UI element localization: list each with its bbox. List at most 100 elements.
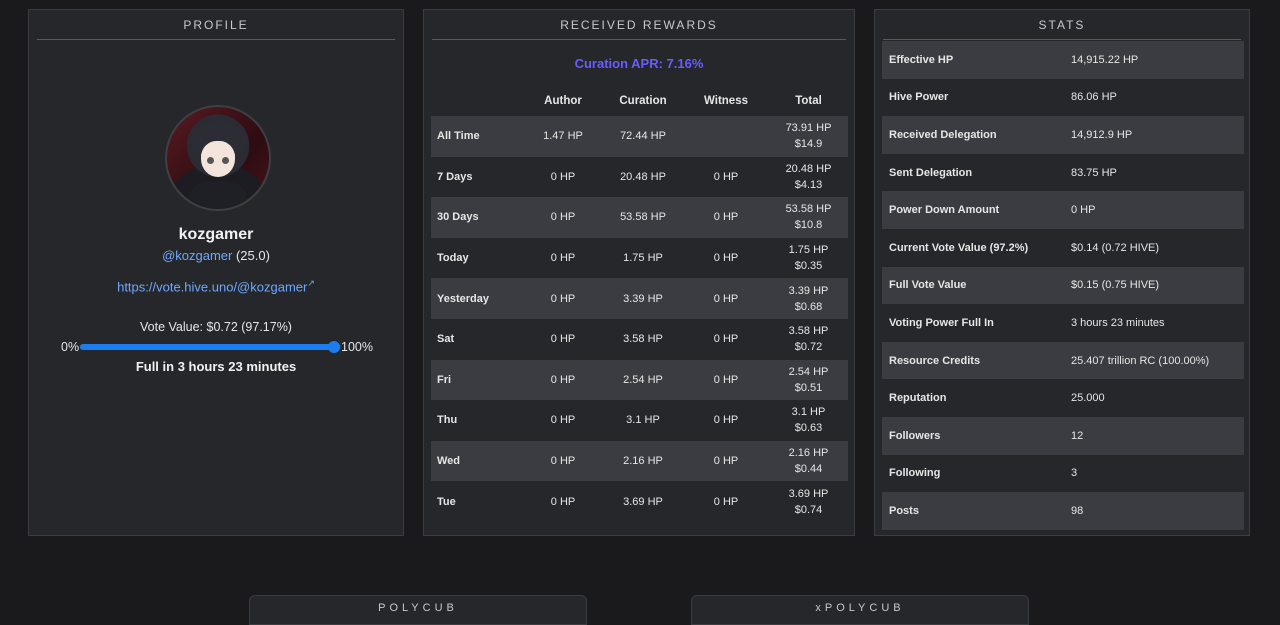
stat-value: 14,912.9 HP [1064, 116, 1244, 154]
reward-curation-cell: 20.48 HP [620, 170, 666, 183]
reward-total-usd: $14.9 [794, 138, 823, 151]
stats-row: Followers 12 [882, 416, 1244, 455]
stats-table: Effective HP 14,915.22 HP Hive Power 86.06 … [882, 41, 1244, 530]
reward-period-label: Today [437, 252, 469, 265]
avatar[interactable] [165, 105, 271, 211]
reward-curation-cell: 72.44 HP [603, 116, 683, 157]
reward-period-label: Thu [437, 414, 458, 427]
stats-row: Power Down Amount 0 HP [882, 191, 1244, 229]
stat-key: Hive Power [889, 91, 949, 104]
reward-total-usd: $4.13 [794, 178, 823, 191]
rewards-row: Wed 0 HP 2.16 HP 0 HP 2.16 HP $0.44 [431, 440, 848, 482]
reward-witness-cell: 0 HP [683, 197, 769, 238]
reward-witness-cell: 0 HP [683, 359, 769, 401]
slider-thumb[interactable] [327, 341, 340, 353]
rewards-title: RECEIVED REWARDS [432, 10, 846, 40]
rewards-row: 30 Days 0 HP 53.58 HP 0 HP 53.58 HP $10.8 [431, 197, 848, 238]
rewards-row: Today 0 HP 1.75 HP 0 HP 1.75 HP $0.35 [431, 238, 848, 279]
reward-total-usd: $0.51 [794, 381, 823, 394]
reward-witness-cell [683, 116, 769, 157]
reward-author-cell: 0 HP [523, 278, 603, 319]
reward-period-label: Tue [437, 495, 456, 508]
rewards-row: Fri 0 HP 2.54 HP 0 HP 2.54 HP $0.51 [431, 359, 848, 401]
reward-curation-cell: 1.75 HP [623, 252, 663, 265]
reward-total-hp: 2.16 HP [788, 447, 829, 460]
handle-line: @kozgamer (25.0) [29, 248, 403, 263]
reward-total-usd: $10.8 [794, 219, 823, 232]
vote-link[interactable]: https://vote.hive.uno/@kozgamer [117, 279, 307, 294]
stat-value: 83.75 HP [1071, 166, 1117, 179]
username: kozgamer [178, 226, 254, 243]
reward-witness-cell: 0 HP [713, 495, 739, 508]
profile-panel: PROFILE kozgamer @kozgamer (25.0) https:… [28, 9, 404, 536]
reward-period-label: Yesterday [431, 278, 523, 319]
stats-panel: STATS Effective HP 14,915.22 HP Hive Power… [874, 9, 1250, 536]
reward-total-hp: 3.58 HP [788, 325, 829, 338]
reward-total-usd: $0.63 [794, 422, 823, 435]
reward-witness-cell: 0 HP [713, 252, 739, 265]
stat-key: Resource Credits [882, 341, 1064, 380]
header-witness: Witness [704, 95, 748, 107]
header-curation: Curation [619, 95, 667, 107]
rewards-row: 7 Days 0 HP 20.48 HP 0 HP 20.48 HP $4.13 [431, 157, 848, 198]
stats-row: Sent Delegation 83.75 HP [882, 154, 1244, 192]
slider-fill [80, 344, 334, 350]
external-link-icon[interactable]: ↗ [307, 278, 315, 288]
stat-key: Followers [882, 416, 1064, 455]
stats-row: Effective HP 14,915.22 HP [882, 41, 1244, 79]
stat-value: $0.14 (0.72 HIVE) [1071, 241, 1160, 254]
reward-total-usd: $0.68 [794, 300, 823, 313]
reward-total-hp: 3.39 HP [788, 284, 829, 297]
rewards-row: All Time 1.47 HP 72.44 HP 73.91 HP $14.9 [431, 116, 848, 157]
tab-xpolycub[interactable]: xPOLYCUB [691, 595, 1029, 625]
tab-polycub[interactable]: POLYCUB [249, 595, 587, 625]
slider-track[interactable] [80, 341, 341, 353]
reward-period-label: All Time [431, 116, 523, 157]
reward-witness-cell: 0 HP [683, 440, 769, 482]
stats-row: Current Vote Value (97.2%) $0.14 (0.72 HI… [882, 229, 1244, 267]
reward-curation-cell: 3.39 HP [603, 278, 683, 319]
reward-witness-cell: 0 HP [713, 333, 739, 346]
stat-value: 14,915.22 HP [1064, 41, 1244, 79]
stats-row: Hive Power 86.06 HP [882, 79, 1244, 117]
reward-curation-cell: 3.1 HP [626, 414, 660, 427]
voting-power-slider: 0% 100% [61, 340, 373, 354]
reward-witness-cell: 0 HP [713, 170, 739, 183]
reward-total-cell: 3.1 HP $0.63 [769, 400, 848, 441]
reward-total-hp: 53.58 HP [785, 203, 832, 216]
stat-value: 86.06 HP [1071, 91, 1117, 104]
stat-value: $0.15 (0.75 HIVE) [1064, 266, 1244, 305]
stat-value: 0 HP [1064, 191, 1244, 229]
reward-author-cell: 0 HP [523, 359, 603, 401]
vote-link-row: https://vote.hive.uno/@kozgamer↗ [29, 278, 403, 294]
reward-author-cell: 0 HP [550, 495, 576, 508]
stat-value: 12 [1064, 416, 1244, 455]
reward-period-label: 7 Days [437, 170, 473, 183]
stat-key: Sent Delegation [889, 166, 973, 179]
reward-author-cell: 0 HP [550, 333, 576, 346]
reward-author-cell: 0 HP [523, 440, 603, 482]
stats-title: STATS [883, 10, 1241, 40]
stat-value: 25.407 trillion RC (100.00%) [1064, 341, 1244, 380]
reward-total-cell: 3.58 HP $0.72 [769, 319, 848, 360]
stats-row: Following 3 [882, 455, 1244, 493]
reward-period-label: 30 Days [431, 197, 523, 238]
reward-total-hp: 73.91 HP [785, 122, 832, 135]
stat-key: Reputation [889, 392, 947, 405]
stats-row: Voting Power Full In 3 hours 23 minutes [882, 304, 1244, 342]
reward-total-hp: 1.75 HP [788, 244, 829, 257]
reward-author-cell: 0 HP [550, 414, 576, 427]
reward-total-cell: 2.16 HP $0.44 [769, 440, 848, 482]
reward-total-cell: 1.75 HP $0.35 [769, 238, 848, 279]
reward-total-hp: 20.48 HP [785, 162, 832, 175]
reward-author-cell: 0 HP [550, 170, 576, 183]
rewards-table: Author Curation Witness Total All Time 1.… [431, 86, 848, 522]
header-author: Author [544, 95, 582, 107]
reward-curation-cell: 2.54 HP [603, 359, 683, 401]
reward-curation-cell: 3.69 HP [623, 495, 663, 508]
header-total: Total [795, 95, 822, 107]
stat-key: Effective HP [882, 41, 1064, 79]
stat-key: Voting Power Full In [889, 316, 994, 329]
handle-link[interactable]: @kozgamer [162, 248, 232, 263]
profile-title: PROFILE [37, 10, 395, 40]
